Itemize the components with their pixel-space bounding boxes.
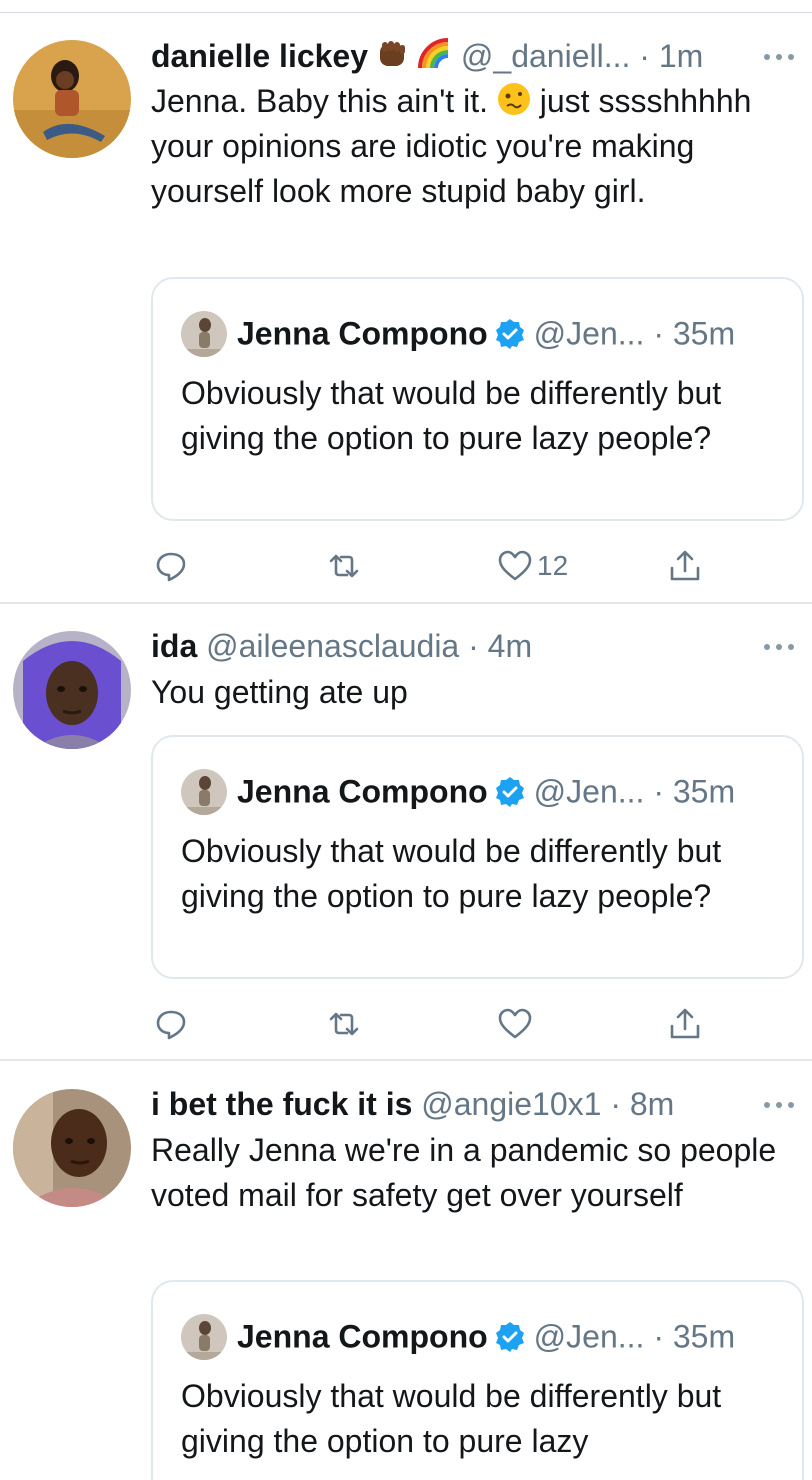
quoted-timestamp[interactable]: 35m: [673, 316, 735, 352]
like-button[interactable]: [497, 1004, 537, 1044]
quoted-tweet-header: Jenna Compono @Jen... · 35m: [181, 309, 735, 357]
quoted-author-name[interactable]: Jenna Compono: [237, 1319, 488, 1355]
quoted-tweet-header: Jenna Compono @Jen... · 35m: [181, 1312, 735, 1360]
tweet[interactable]: danielle lickey @_daniell... · 1m Jenna.…: [0, 0, 812, 603]
quoted-author-handle[interactable]: @Jen...: [534, 1319, 645, 1355]
like-icon: [498, 1008, 532, 1039]
reply-icon: [156, 1010, 186, 1040]
tweet-header: i bet the fuck it is @angie10x1 · 8m: [151, 1084, 674, 1124]
verified-badge-icon: [495, 776, 524, 807]
timestamp[interactable]: 4m: [488, 628, 532, 664]
more-icon[interactable]: [764, 636, 800, 656]
like-icon: [498, 550, 532, 581]
quoted-avatar[interactable]: [181, 310, 227, 357]
retweet-button[interactable]: [326, 546, 362, 586]
tweet[interactable]: i bet the fuck it is @angie10x1 · 8m Rea…: [0, 1061, 812, 1480]
quoted-tweet[interactable]: Jenna Compono @Jen... · 35m Obviously tha…: [151, 277, 804, 521]
verified-badge-icon: [495, 318, 524, 349]
timestamp[interactable]: 1m: [659, 38, 703, 74]
separator: ·: [459, 628, 488, 664]
quoted-author-handle[interactable]: @Jen...: [534, 774, 645, 810]
tweet-header: ida @aileenasclaudia · 4m: [151, 626, 532, 666]
tweet-text: Really Jenna we're in a pandemic so peop…: [151, 1132, 786, 1213]
quoted-tweet-text: Obviously that would be differently but …: [181, 1378, 731, 1459]
reply-button[interactable]: [153, 1004, 189, 1044]
quoted-tweet[interactable]: Jenna Compono @Jen... · 35m Obviously tha…: [151, 1280, 804, 1480]
share-icon: [670, 1008, 700, 1039]
quoted-tweet-header: Jenna Compono @Jen... · 35m: [181, 767, 735, 815]
author-handle[interactable]: @angie10x1: [421, 1086, 601, 1122]
author-handle[interactable]: @_daniell...: [461, 38, 630, 74]
quoted-tweet-text: Obviously that would be differently but …: [181, 375, 731, 456]
quoted-timestamp[interactable]: 35m: [673, 1319, 735, 1355]
like-button[interactable]: 12: [497, 546, 568, 586]
tweet[interactable]: ida @aileenasclaudia · 4m You getting at…: [0, 604, 812, 1059]
quoted-avatar[interactable]: [181, 1313, 227, 1360]
quoted-author-handle[interactable]: @Jen...: [534, 316, 645, 352]
reply-button[interactable]: [153, 546, 189, 586]
separator: ·: [630, 38, 659, 74]
tweet-text-part: Jenna. Baby this ain't it.: [151, 83, 497, 119]
quoted-author-name[interactable]: Jenna Compono: [237, 774, 488, 810]
separator: ·: [644, 315, 673, 352]
separator: ·: [644, 773, 673, 810]
more-icon[interactable]: [764, 46, 800, 66]
author-name[interactable]: i bet the fuck it is: [151, 1086, 412, 1122]
separator: ·: [644, 1318, 673, 1355]
raised-fist-emoji: [374, 36, 410, 81]
tweet-text: You getting ate up: [151, 674, 408, 710]
reply-icon: [156, 552, 186, 582]
woozy-face-emoji: [497, 82, 531, 116]
retweet-button[interactable]: [326, 1004, 362, 1044]
author-handle[interactable]: @aileenasclaudia: [206, 628, 459, 664]
quoted-timestamp[interactable]: 35m: [673, 774, 735, 810]
verified-badge-icon: [495, 1321, 524, 1352]
quoted-tweet-text: Obviously that would be differently but …: [181, 833, 731, 914]
tweet-header: danielle lickey @_daniell... · 1m: [151, 36, 703, 76]
share-button[interactable]: [667, 546, 703, 586]
avatar[interactable]: [13, 1089, 131, 1207]
avatar[interactable]: [13, 631, 131, 749]
share-icon: [670, 550, 700, 581]
share-button[interactable]: [667, 1004, 703, 1044]
quoted-tweet[interactable]: Jenna Compono @Jen... · 35m Obviously tha…: [151, 735, 804, 979]
separator: ·: [601, 1086, 630, 1122]
tweet-actions: 12: [151, 546, 751, 586]
rainbow-emoji: [416, 36, 452, 81]
like-count: 12: [537, 550, 569, 581]
tweet-text: Jenna. Baby this ain't it. just sssshhhh…: [151, 79, 791, 214]
avatar[interactable]: [13, 40, 131, 158]
author-name[interactable]: danielle lickey: [151, 38, 368, 74]
timestamp[interactable]: 8m: [630, 1086, 674, 1122]
tweet-actions: [151, 1004, 751, 1044]
retweet-icon: [329, 1012, 359, 1036]
author-name[interactable]: ida: [151, 628, 197, 664]
more-icon[interactable]: [764, 1094, 800, 1114]
quoted-avatar[interactable]: [181, 768, 227, 815]
quoted-author-name[interactable]: Jenna Compono: [237, 316, 488, 352]
retweet-icon: [329, 554, 359, 578]
